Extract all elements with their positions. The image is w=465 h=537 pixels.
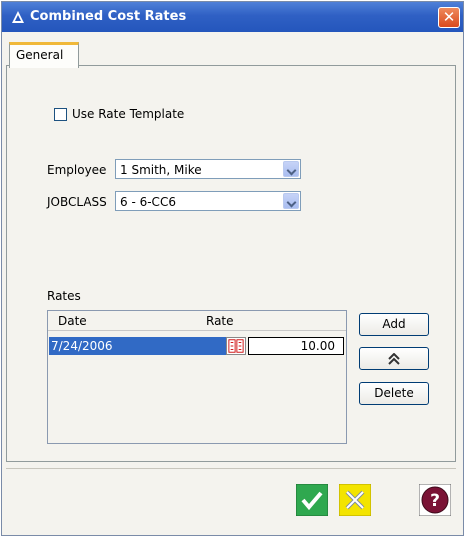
jobclass-label: JOBCLASS — [47, 195, 107, 209]
check-icon — [295, 483, 329, 517]
app-triangle-icon — [12, 11, 24, 23]
title-bar[interactable]: Combined Cost Rates ✕ — [2, 2, 463, 32]
employee-label: Employee — [47, 163, 107, 177]
rate-row-date-cell[interactable]: 7/24/2006 — [49, 337, 227, 355]
employee-value: 1 Smith, Mike — [120, 163, 202, 177]
column-header-date[interactable]: Date — [58, 314, 87, 328]
svg-text:?: ? — [430, 491, 440, 511]
jobclass-select[interactable]: 6 - 6-CC6 — [115, 191, 301, 211]
cancel-button[interactable] — [338, 483, 372, 517]
window-title: Combined Cost Rates — [30, 9, 187, 24]
jobclass-value: 6 - 6-CC6 — [120, 195, 176, 209]
column-header-rate[interactable]: Rate — [206, 314, 234, 328]
use-rate-template-label: Use Rate Template — [72, 107, 185, 121]
question-icon: ? — [418, 483, 452, 517]
ok-button[interactable] — [295, 483, 329, 517]
grid-header: Date Rate — [48, 311, 346, 331]
move-up-button[interactable] — [359, 347, 429, 370]
rates-label: Rates — [47, 289, 81, 303]
use-rate-template-checkbox[interactable] — [54, 108, 67, 121]
rates-grid[interactable]: Date Rate 7/24/2006 10.00 — [47, 310, 347, 444]
delete-button[interactable]: Delete — [359, 382, 429, 405]
help-button[interactable]: ? — [418, 483, 452, 517]
x-icon — [338, 483, 372, 517]
employee-select[interactable]: 1 Smith, Mike — [115, 159, 301, 179]
calendar-icon[interactable] — [226, 337, 246, 355]
close-button[interactable]: ✕ — [438, 7, 460, 28]
footer-divider — [6, 468, 456, 469]
chevron-down-icon[interactable] — [283, 161, 299, 177]
chevron-down-icon[interactable] — [283, 193, 299, 209]
add-button[interactable]: Add — [359, 313, 429, 336]
rate-row-rate-cell[interactable]: 10.00 — [248, 337, 344, 355]
tab-general[interactable]: General — [9, 42, 79, 68]
chevron-double-up-icon — [388, 352, 400, 365]
